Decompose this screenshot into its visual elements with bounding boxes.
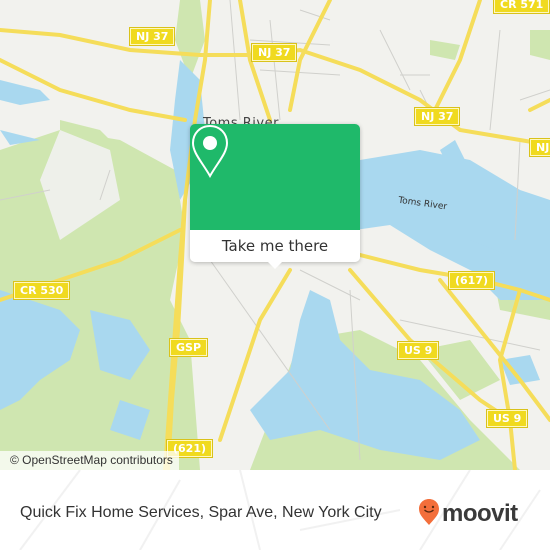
road-shield-617: (617) <box>447 271 496 290</box>
road-shield-cr530: CR 530 <box>12 281 71 300</box>
popup-header <box>190 124 360 230</box>
road-shield-gsp: GSP <box>168 338 209 357</box>
road <box>528 98 550 112</box>
road-shield-nj37: NJ 37 <box>128 27 176 46</box>
footer: Quick Fix Home Services, Spar Ave, New Y… <box>0 470 550 550</box>
road-shield-nj37: NJ 37 <box>528 138 550 157</box>
map-attribution[interactable]: © OpenStreetMap contributors <box>0 451 179 470</box>
road-shield-us9: US 9 <box>485 409 529 428</box>
moovit-logo[interactable]: moovit <box>418 498 518 530</box>
take-me-there-button[interactable]: Take me there <box>190 230 360 262</box>
map[interactable]: NJ 37 NJ 37 NJ 37 NJ 37 CR 571 CR 530 GS… <box>0 0 550 470</box>
road-shield-cr571: CR 571 <box>492 0 550 14</box>
popup-pointer <box>267 261 283 269</box>
park-area <box>430 40 460 60</box>
road-shield-us9: US 9 <box>396 341 440 360</box>
road-shield-nj37: NJ 37 <box>250 43 298 62</box>
moovit-pin-icon <box>418 498 440 530</box>
park-area <box>530 30 550 60</box>
destination-popup: Take me there <box>190 124 360 269</box>
moovit-wordmark: moovit <box>442 500 518 527</box>
place-title: Quick Fix Home Services, Spar Ave, New Y… <box>20 504 382 521</box>
water <box>0 80 50 105</box>
road-shield-nj37: NJ 37 <box>413 107 461 126</box>
